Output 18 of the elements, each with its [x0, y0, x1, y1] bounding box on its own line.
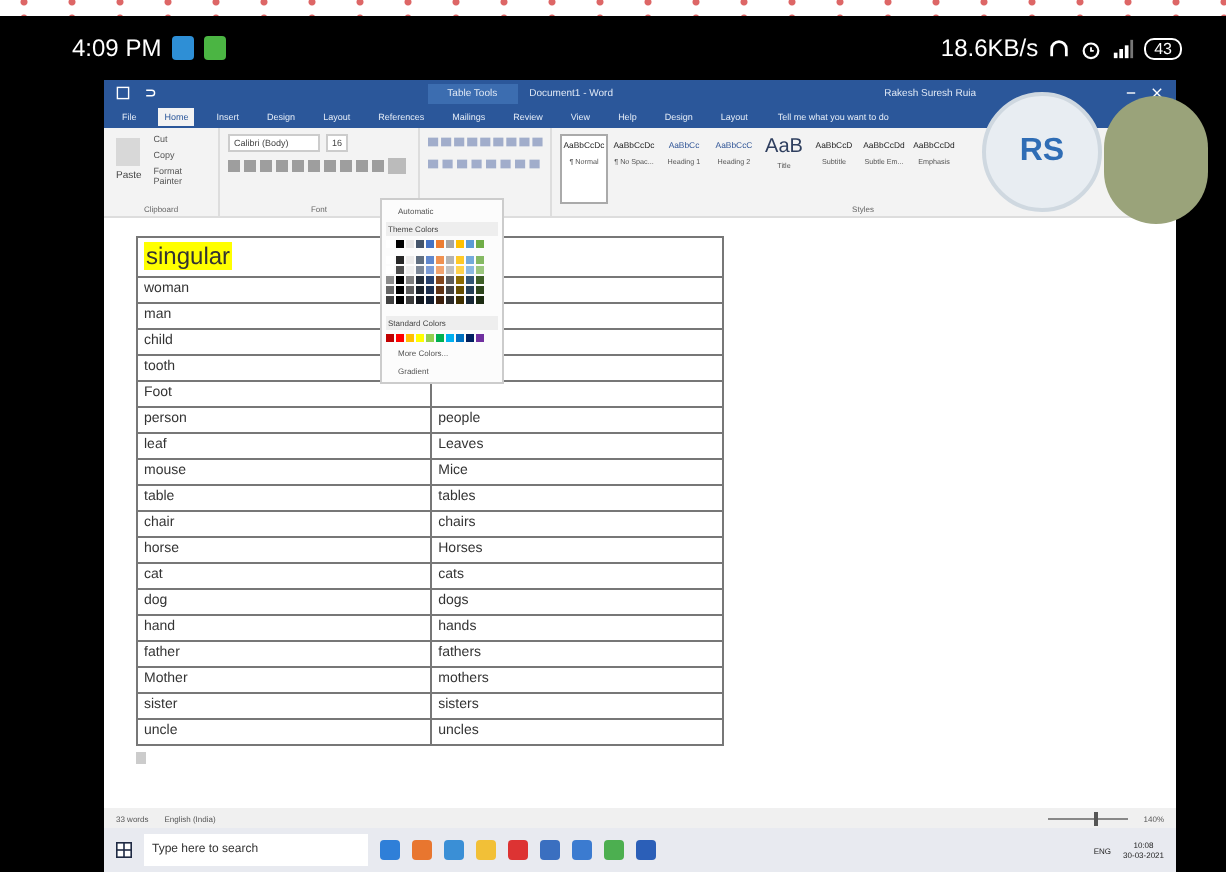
close-icon[interactable] — [1150, 86, 1165, 100]
alarm-icon — [1080, 37, 1103, 59]
standard-color-swatches-drawing[interactable] — [386, 334, 486, 342]
minimize-icon[interactable] — [1124, 86, 1139, 100]
network-speed: 18.6KB/s — [940, 34, 1039, 62]
app-icon — [203, 36, 226, 60]
zoom-slider-thumb[interactable] — [1093, 811, 1098, 825]
participant-initials: RS — [1019, 134, 1065, 170]
signal-icon — [1112, 37, 1135, 59]
clock: 4:09 PM — [72, 34, 162, 62]
app-icon — [171, 36, 194, 60]
list-buttons-drawing — [428, 134, 544, 150]
alignment-buttons-drawing — [428, 156, 544, 172]
battery-indicator: 43 — [1144, 37, 1182, 59]
save-icon[interactable] — [116, 86, 130, 100]
headphones-icon — [1048, 37, 1071, 59]
undo-icon[interactable] — [142, 86, 156, 100]
windows-start-icon[interactable] — [116, 842, 132, 858]
